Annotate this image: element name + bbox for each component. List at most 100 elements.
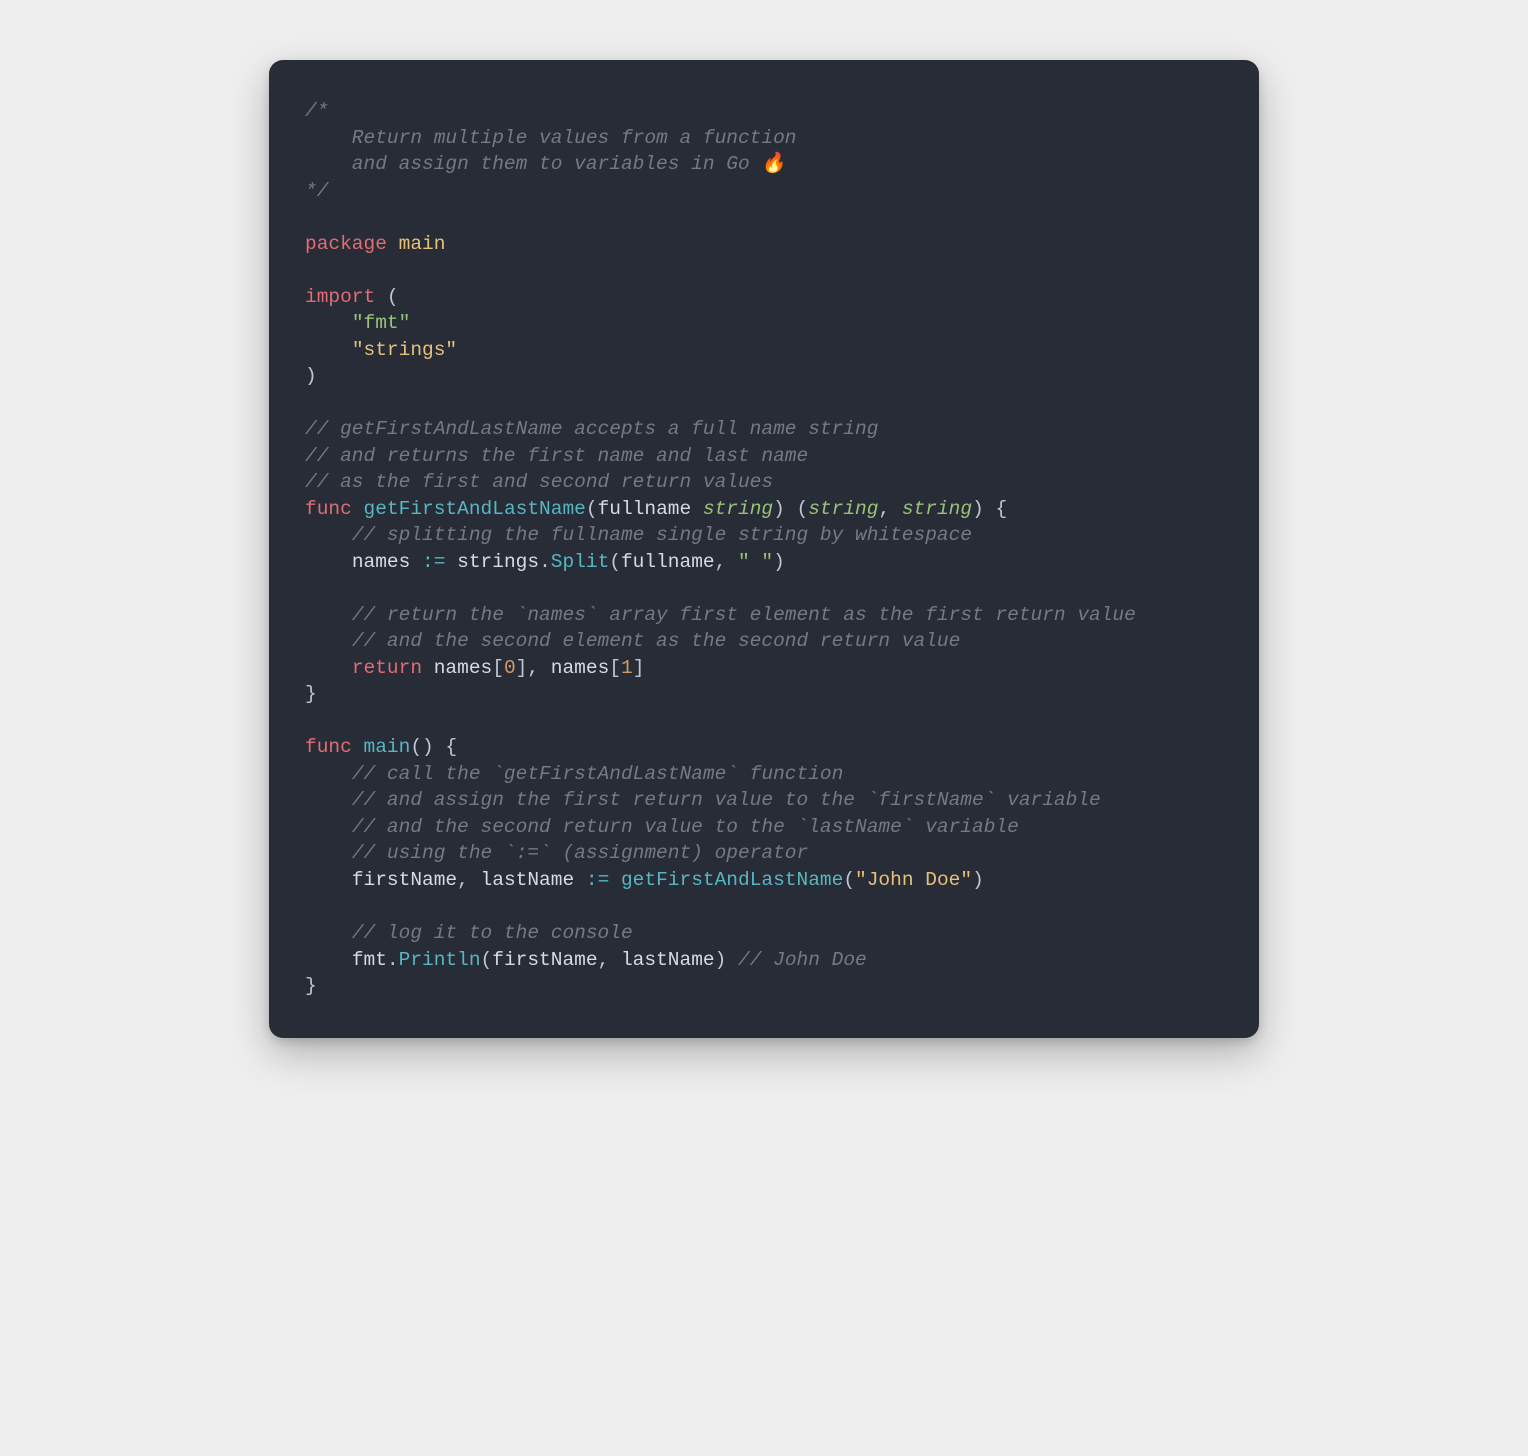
code-token: () [410,736,433,758]
code-token: [ [609,657,621,679]
code-token [305,312,352,334]
code-token: ( [481,949,493,971]
code-token: */ [305,180,328,202]
code-token: // using the `:=` (assignment) operator [352,842,808,864]
code-token: ] [633,657,645,679]
code-token [352,736,364,758]
code-token: names [434,657,493,679]
code-token [305,922,352,944]
code-token: Split [551,551,610,573]
code-token: ( [375,286,398,308]
code-token: string [902,498,972,520]
code-token: // and returns the first name and last n… [305,445,808,467]
code-token: Return multiple values from a function [305,127,796,149]
code-token: /* [305,100,328,122]
code-token [691,498,703,520]
code-token [305,816,352,838]
code-token [305,604,352,626]
code-token: , [527,657,539,679]
code-token [422,657,434,679]
code-token: lastName [481,869,575,891]
code-token [305,339,352,361]
code-token: "John Doe" [855,869,972,891]
code-token [469,869,481,891]
code-token: ( [785,498,808,520]
code-token: getFirstAndLastName [364,498,586,520]
code-token: getFirstAndLastName [621,869,843,891]
code-token: ( [609,551,621,573]
code-token: fmt [352,949,387,971]
code-token: ( [843,869,855,891]
code-token: , [598,949,610,971]
code-token: // as the first and second return values [305,471,773,493]
code-token: ) [305,365,317,387]
code-token [305,949,352,971]
code-token: := [422,551,445,573]
code-token: ] [516,657,528,679]
code-token [726,551,738,573]
code-token [726,949,738,971]
code-token: firstName [352,869,457,891]
code-token: ) [972,869,984,891]
code-token: func [305,498,352,520]
code-token: Println [399,949,481,971]
code-block: /* Return multiple values from a functio… [305,98,1223,1000]
code-token: "strings" [352,339,457,361]
code-token: string [808,498,878,520]
code-token: 1 [621,657,633,679]
code-token: ( [586,498,598,520]
code-token: and assign them to variables in Go 🔥 [305,153,786,175]
code-token [410,551,422,573]
code-token: lastName [621,949,715,971]
code-token: firstName [492,949,597,971]
code-token: " " [738,551,773,573]
code-token: fullname [621,551,715,573]
code-token: // getFirstAndLastName accepts a full na… [305,418,878,440]
code-token: // splitting the fullname single string … [352,524,972,546]
code-token: main [399,233,446,255]
code-card: /* Return multiple values from a functio… [269,60,1259,1038]
code-token: names [352,551,411,573]
code-token: fullname [598,498,692,520]
code-token [445,551,457,573]
code-token: [ [492,657,504,679]
code-token [609,869,621,891]
code-token: ) [715,949,727,971]
code-token: return [352,657,422,679]
code-token [305,524,352,546]
code-token: . [539,551,551,573]
code-token: // call the `getFirstAndLastName` functi… [352,763,843,785]
code-token: . [387,949,399,971]
code-token [305,763,352,785]
code-token [305,551,352,573]
code-token: main [364,736,411,758]
code-token [539,657,551,679]
code-token: package [305,233,387,255]
code-token: ) [773,551,785,573]
code-token: string [703,498,773,520]
code-token: // and the second return value to the `l… [352,816,1019,838]
code-token: ) [773,498,785,520]
code-token: 0 [504,657,516,679]
code-token: ) [972,498,984,520]
code-token: , [878,498,890,520]
code-token: import [305,286,375,308]
code-token [609,949,621,971]
code-token [305,657,352,679]
code-token [305,842,352,864]
code-token [305,869,352,891]
code-token: "fmt" [352,312,411,334]
code-token: := [586,869,609,891]
code-token: { [434,736,457,758]
code-token: , [715,551,727,573]
code-token: // John Doe [738,949,867,971]
code-token [352,498,364,520]
code-token [574,869,586,891]
code-token: func [305,736,352,758]
code-token: { [984,498,1007,520]
code-token: // log it to the console [352,922,633,944]
code-token [890,498,902,520]
code-token: // and assign the first return value to … [352,789,1101,811]
code-token: strings [457,551,539,573]
code-token [387,233,399,255]
